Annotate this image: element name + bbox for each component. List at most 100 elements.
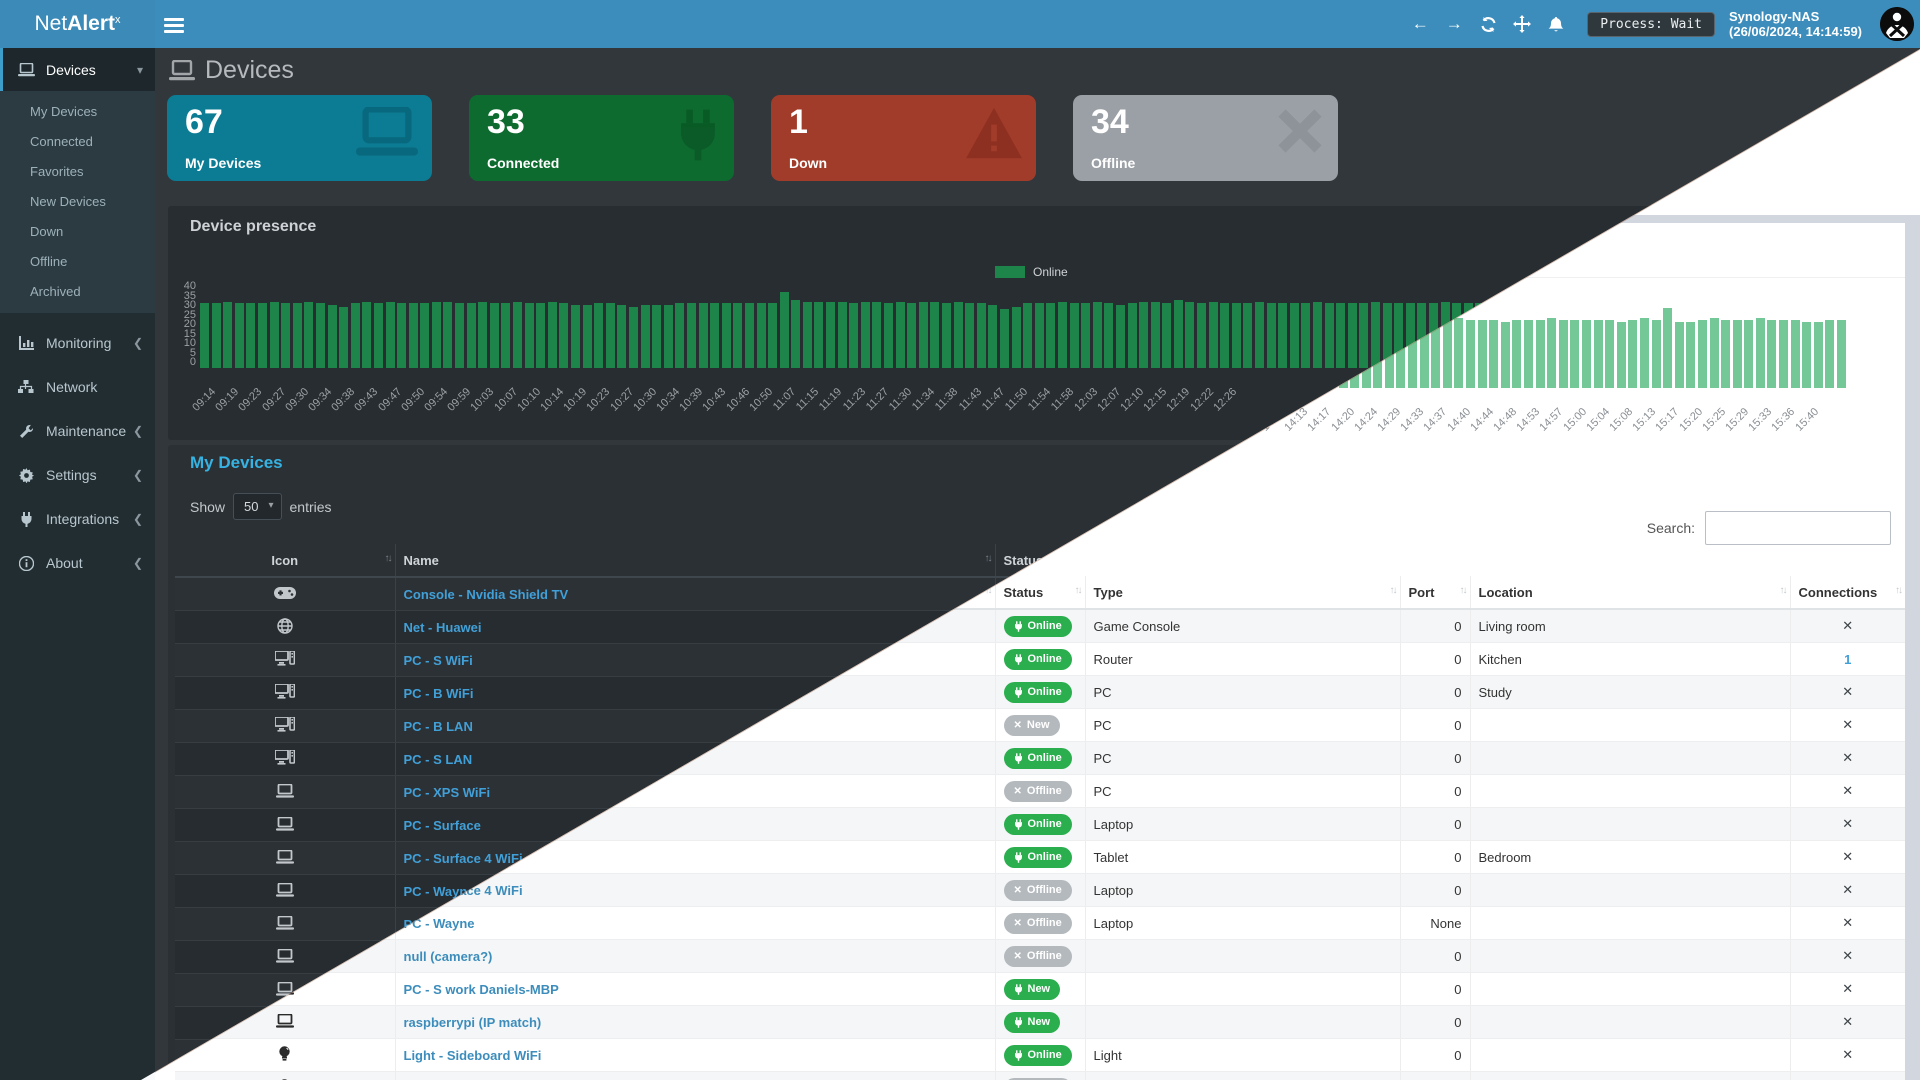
sidebar-item-integrations[interactable]: Integrations ❮ (0, 497, 155, 541)
column-header-location[interactable]: Location↑↓ (1470, 576, 1790, 609)
sidebar-item-down[interactable]: Down (0, 217, 155, 247)
delete-connection-icon[interactable]: ✕ (1842, 816, 1853, 831)
sidebar-item-connected[interactable]: Connected (0, 127, 155, 157)
x-axis-tick-label: 11:27 (864, 386, 891, 413)
device-type-cell: Laptop (1085, 907, 1400, 940)
chevron-left-icon: ❮ (133, 556, 143, 570)
column-header-icon[interactable]: Icon↑↓ (175, 544, 395, 577)
process-status-badge[interactable]: Process: Wait (1587, 12, 1715, 37)
delete-connection-icon[interactable]: ✕ (1842, 1014, 1853, 1029)
chart-bar (478, 302, 487, 369)
sidebar-item-offline[interactable]: Offline (0, 247, 155, 277)
top-nav: NetAlertx ← → Process: Wait Synology-NAS… (0, 0, 1920, 48)
delete-connection-icon[interactable]: ✕ (1842, 717, 1853, 732)
card-down[interactable]: 1 Down (771, 95, 1036, 181)
chart-bar (270, 302, 279, 369)
sidebar-item-my-devices[interactable]: My Devices (0, 97, 155, 127)
sidebar-item-about[interactable]: About ❮ (0, 541, 155, 585)
chart-bar (1220, 303, 1229, 368)
column-header-connections[interactable]: Connections↑↓ (1790, 576, 1905, 609)
delete-connection-icon[interactable]: ✕ (1842, 948, 1853, 963)
connections-count-link[interactable]: 1 (1844, 652, 1851, 667)
delete-connection-icon[interactable]: ✕ (1842, 783, 1853, 798)
device-connections-cell: ✕ (1790, 808, 1905, 841)
sidebar-item-archived[interactable]: Archived (0, 277, 155, 307)
laptop-icon (175, 842, 395, 875)
y-axis-tick-label: 0 (170, 358, 196, 368)
sort-icon[interactable]: ↑↓ (1075, 585, 1081, 596)
x-axis-tick-label: 15:20 (1677, 406, 1705, 434)
device-name-link[interactable]: Light - Sideboard WiFi (404, 1048, 542, 1063)
card-my-devices[interactable]: 67 My Devices (167, 95, 432, 181)
sort-icon[interactable]: ↑↓ (1390, 585, 1396, 596)
chart-bar (861, 302, 870, 369)
column-header-port[interactable]: Port↑↓ (1400, 576, 1470, 609)
status-badge: ✕Offline (1004, 946, 1072, 967)
x-axis-tick-label: 10:30 (631, 386, 659, 414)
chart-bar (710, 303, 719, 368)
column-header-name[interactable]: Name↑↓ (395, 544, 995, 577)
delete-connection-icon[interactable]: ✕ (1842, 915, 1853, 930)
chart-title: Device presence (190, 218, 316, 236)
sidebar-item-network[interactable]: Network (0, 365, 155, 409)
device-name-link[interactable]: PC - B WiFi (404, 686, 474, 701)
user-avatar[interactable] (1880, 7, 1914, 41)
device-name-link[interactable]: null (camera?) (404, 949, 493, 964)
sort-icon[interactable]: ↑↓ (385, 553, 391, 564)
column-header-status[interactable]: Status↑↓ (995, 576, 1085, 609)
status-badge: ✕Offline (1004, 781, 1072, 802)
sidebar-item-favorites[interactable]: Favorites (0, 157, 155, 187)
forward-icon[interactable]: → (1437, 14, 1471, 34)
sort-icon[interactable]: ↑↓ (1780, 585, 1786, 596)
sort-icon[interactable]: ↑↓ (985, 553, 991, 564)
x-axis-tick-label: 15:08 (1607, 406, 1635, 434)
sort-icon[interactable]: ↑↓ (1895, 585, 1901, 596)
chevron-left-icon: ❮ (133, 468, 143, 482)
laptop-icon (356, 107, 418, 157)
device-name-link[interactable]: PC - S LAN (404, 752, 473, 767)
device-name-link[interactable]: Console - Nvidia Shield TV (404, 587, 569, 602)
delete-connection-icon[interactable]: ✕ (1842, 750, 1853, 765)
sidebar-item-maintenance[interactable]: Maintenance ❮ (0, 409, 155, 453)
device-name-link[interactable]: PC - Surface (404, 818, 481, 833)
delete-connection-icon[interactable]: ✕ (1842, 684, 1853, 699)
search-input[interactable] (1705, 511, 1891, 545)
delete-connection-icon[interactable]: ✕ (1842, 882, 1853, 897)
device-name-link[interactable]: PC - XPS WiFi (404, 785, 491, 800)
device-location-cell (1470, 973, 1790, 1006)
device-name-link[interactable]: PC - S WiFi (404, 653, 473, 668)
device-name-link[interactable]: raspberrypi (IP match) (404, 1015, 542, 1030)
chart-bar (1466, 320, 1475, 388)
sidebar-item-new-devices[interactable]: New Devices (0, 187, 155, 217)
host-timestamp: (26/06/2024, 14:14:59) (1729, 24, 1862, 39)
hamburger-menu-icon[interactable] (164, 15, 184, 33)
page-size-select[interactable]: 50▾ (233, 493, 281, 520)
back-icon[interactable]: ← (1403, 14, 1437, 34)
delete-connection-icon[interactable]: ✕ (1842, 618, 1853, 633)
x-axis-tick-label: 11:23 (840, 386, 867, 413)
device-name-link[interactable]: PC - Surface 4 WiFi (404, 851, 523, 866)
device-name-link[interactable]: PC - S work Daniels-MBP (404, 982, 559, 997)
column-header-type[interactable]: Type↑↓ (1085, 576, 1400, 609)
refresh-icon[interactable] (1471, 16, 1505, 33)
device-name-link[interactable]: Net - Huawei (404, 620, 482, 635)
bell-icon[interactable] (1539, 16, 1573, 33)
delete-connection-icon[interactable]: ✕ (1842, 849, 1853, 864)
device-name-link[interactable]: PC - B LAN (404, 719, 473, 734)
device-status-cell: New (995, 1006, 1085, 1039)
delete-connection-icon[interactable]: ✕ (1842, 981, 1853, 996)
status-badge: Online (1004, 1045, 1072, 1066)
card-connected[interactable]: 33 Connected (469, 95, 734, 181)
sidebar-item-settings[interactable]: Settings ❮ (0, 453, 155, 497)
sort-icon[interactable]: ↑↓ (1460, 585, 1466, 596)
move-icon[interactable] (1505, 15, 1539, 33)
sidebar-item-monitoring[interactable]: Monitoring ❮ (0, 321, 155, 365)
sidebar-item-devices[interactable]: Devices ▾ (0, 48, 155, 91)
app-logo[interactable]: NetAlertx (0, 0, 155, 48)
delete-connection-icon[interactable]: ✕ (1842, 1047, 1853, 1062)
card-offline[interactable]: 34 Offline (1073, 95, 1338, 181)
x-axis-tick-label: 12:07 (1095, 386, 1123, 414)
desktop-icon (175, 743, 395, 776)
laptop-icon (175, 875, 395, 908)
chart-legend[interactable]: Online (995, 265, 1068, 279)
